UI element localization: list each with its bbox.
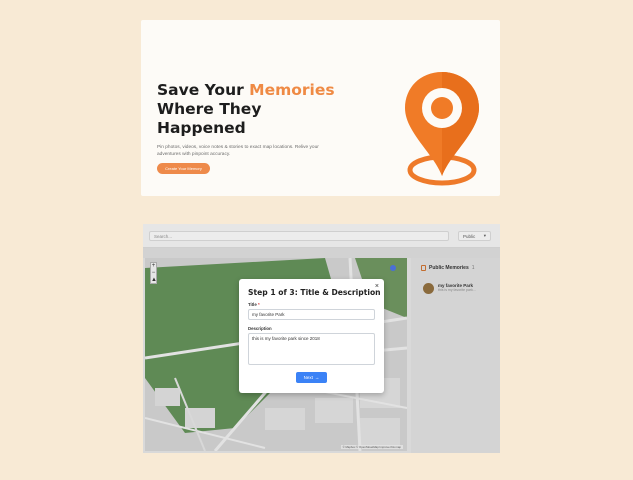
- next-button[interactable]: Next →: [296, 372, 327, 383]
- description-textarea[interactable]: this is my favorite park since 2018: [248, 333, 375, 365]
- list-item[interactable]: my favorite Park this is my favorite par…: [423, 283, 493, 299]
- zoom-control: + − ▲: [150, 262, 157, 284]
- hero-title-part1: Save Your: [157, 81, 250, 99]
- hero-title-accent: Memories: [249, 81, 335, 99]
- chevron-down-icon: ▾: [483, 233, 486, 238]
- modal-title: Step 1 of 3: Title & Description: [248, 288, 381, 297]
- map-attribution[interactable]: © Mapbox © OpenStreetMap Improve this ma…: [340, 445, 403, 449]
- memory-subtitle: this is my favorite park...: [438, 288, 476, 292]
- sidebar-heading-label: Public Memories: [429, 265, 469, 271]
- create-memory-modal: × Step 1 of 3: Title & Description Title…: [239, 279, 384, 393]
- zoom-out-button[interactable]: −: [151, 270, 156, 277]
- avatar: [423, 283, 434, 294]
- next-label: Next: [303, 375, 313, 380]
- sidebar-heading: Public Memories 1: [421, 265, 475, 271]
- title-label-text: Title: [248, 302, 257, 307]
- hero-title-part2: Where They Happened: [157, 100, 262, 137]
- hero-section: Save Your Memories Where They Happened P…: [141, 20, 500, 196]
- app-screenshot: Search... Public ▾ + − ▲ © Mapbox © Open…: [143, 224, 500, 453]
- create-memory-button[interactable]: Create Your Memory: [157, 163, 210, 174]
- memories-sidebar: Public Memories 1 my favorite Park this …: [411, 258, 500, 453]
- sidebar-count: 1: [471, 265, 475, 271]
- title-input[interactable]: my favorite Park: [248, 309, 375, 320]
- required-marker: *: [257, 302, 260, 307]
- search-input[interactable]: Search...: [149, 231, 449, 241]
- top-bar: Search... Public ▾: [143, 224, 500, 248]
- hero-description: Pin photos, videos, voice notes & storie…: [157, 145, 319, 157]
- zoom-in-button[interactable]: +: [151, 263, 156, 270]
- arrow-right-icon: →: [314, 375, 320, 380]
- map-pin-icon: [405, 72, 479, 186]
- title-label: Title *: [248, 302, 260, 307]
- compass-icon[interactable]: ▲: [151, 277, 157, 284]
- privacy-value: Public: [463, 233, 476, 239]
- hero-title: Save Your Memories Where They Happened: [157, 81, 347, 138]
- description-label: Description: [248, 326, 272, 331]
- toolbar-strip: [143, 248, 500, 258]
- privacy-select[interactable]: Public ▾: [458, 231, 491, 241]
- bookmark-icon: [421, 265, 426, 271]
